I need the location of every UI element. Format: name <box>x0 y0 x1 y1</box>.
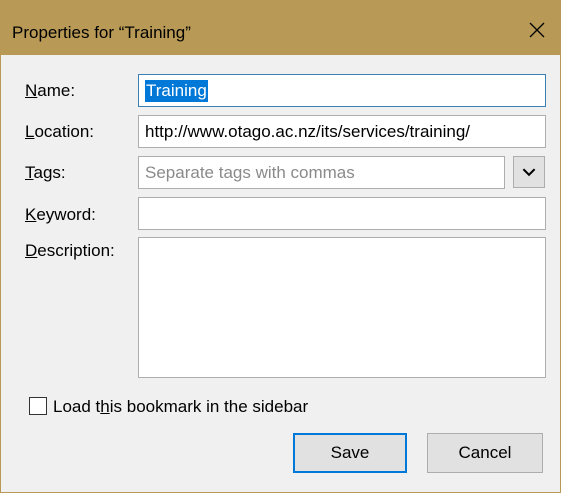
load-in-sidebar-label-pre: Load t <box>53 397 101 416</box>
load-in-sidebar-label-accesskey: h <box>100 397 110 416</box>
name-input[interactable]: Training <box>138 74 546 107</box>
name-label-accesskey: N <box>25 81 38 100</box>
tags-dropdown-button[interactable] <box>513 156 545 188</box>
keyword-label-text: eyword: <box>36 205 96 224</box>
close-button[interactable] <box>520 13 554 47</box>
chevron-down-icon <box>522 168 536 177</box>
load-in-sidebar-label-post: is bookmark in the sidebar <box>109 397 309 416</box>
description-label-text: escription: <box>37 241 115 260</box>
name-label-text: ame: <box>37 81 76 100</box>
window-title: Properties for “Training” <box>12 23 191 42</box>
keyword-label: Keyword: <box>25 205 96 225</box>
tags-label-accesskey: T <box>25 163 34 182</box>
tags-input-placeholder: Separate tags with commas <box>145 162 355 182</box>
description-label: Description: <box>25 241 115 261</box>
keyword-label-accesskey: K <box>25 205 37 224</box>
description-label-accesskey: D <box>25 241 38 260</box>
load-in-sidebar-label[interactable]: Load this bookmark in the sidebar <box>53 397 308 417</box>
load-in-sidebar-checkbox[interactable] <box>29 397 47 415</box>
description-textarea[interactable] <box>138 237 546 378</box>
location-label-text: ocation: <box>34 122 95 141</box>
location-label: Location: <box>25 122 94 142</box>
save-button[interactable]: Save <box>293 433 407 473</box>
keyword-input[interactable] <box>138 197 546 230</box>
title-bar[interactable]: Properties for “Training” <box>1 1 560 55</box>
name-label: Name: <box>25 81 75 101</box>
tags-label: Tags: <box>25 163 66 183</box>
name-input-value: Training <box>145 79 208 102</box>
cancel-button[interactable]: Cancel <box>427 433 543 473</box>
properties-dialog: Properties for “Training” Name: Training… <box>0 0 561 493</box>
tags-label-text: ags: <box>33 163 66 182</box>
location-input[interactable]: http://www.otago.ac.nz/its/services/trai… <box>138 115 546 148</box>
tags-input[interactable]: Separate tags with commas <box>138 156 505 189</box>
location-input-value: http://www.otago.ac.nz/its/services/trai… <box>145 121 471 141</box>
close-icon <box>529 22 545 38</box>
